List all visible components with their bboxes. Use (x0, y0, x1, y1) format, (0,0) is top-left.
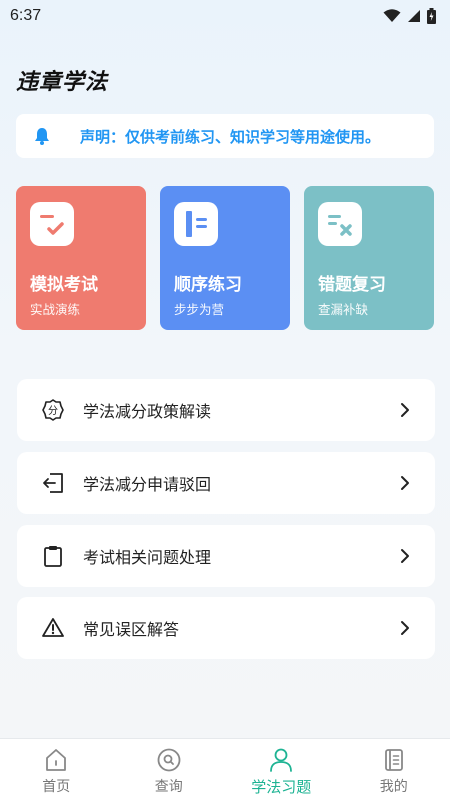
card-subtitle: 查漏补缺 (318, 302, 369, 317)
return-icon (43, 473, 63, 493)
menu-item-policy-interpretation[interactable]: 分 学法减分政策解读 (17, 379, 435, 441)
card-title: 错题复习 (318, 275, 386, 295)
bell-icon (35, 128, 49, 145)
home-icon (46, 749, 67, 771)
tab-label: 首页 (42, 779, 71, 795)
menu-item-exam-issues[interactable]: 考试相关问题处理 (17, 525, 435, 587)
notice-banner: 声明：仅供考前练习、知识学习等用途使用。 (16, 114, 434, 158)
card-title: 顺序练习 (174, 275, 242, 295)
exam-icon (30, 202, 74, 246)
clipboard-icon (44, 546, 62, 567)
tab-label: 学法习题 (251, 778, 312, 796)
card-title: 模拟考试 (30, 275, 98, 295)
wrong-answer-icon (318, 202, 362, 246)
chevron-right-icon (401, 403, 409, 417)
user-icon (270, 748, 293, 772)
svg-text:分: 分 (48, 405, 58, 417)
menu-item-common-misconceptions[interactable]: 常见误区解答 (17, 597, 435, 659)
notebook-icon (174, 202, 218, 246)
battery-icon (427, 8, 436, 24)
search-icon (157, 748, 181, 772)
points-badge-icon: 分 (42, 399, 64, 421)
card-wrong-answer-review[interactable]: 错题复习 查漏补缺 (304, 186, 434, 330)
tab-mine[interactable]: 我的 (338, 739, 450, 800)
menu-label: 学法减分政策解读 (83, 402, 212, 421)
tab-search[interactable]: 查询 (113, 739, 226, 800)
menu-label: 学法减分申请驳回 (83, 475, 212, 494)
menu-label: 常见误区解答 (83, 620, 180, 639)
profile-book-icon (384, 749, 403, 771)
warning-icon (42, 618, 64, 637)
signal-icon (408, 10, 420, 22)
card-mock-exam[interactable]: 模拟考试 实战演练 (16, 186, 146, 330)
bottom-tab-bar: 首页 查询 学法习题 我的 (0, 738, 450, 800)
status-bar: 6:37 (0, 0, 450, 32)
card-subtitle: 实战演练 (30, 302, 81, 317)
chevron-right-icon (401, 621, 409, 635)
status-icons (383, 8, 436, 24)
notice-text: 声明：仅供考前练习、知识学习等用途使用。 (80, 127, 381, 146)
card-sequential-practice[interactable]: 顺序练习 步步为营 (160, 186, 290, 330)
chevron-right-icon (401, 476, 409, 490)
wifi-icon (383, 9, 401, 22)
chevron-right-icon (401, 549, 409, 563)
tab-study-exercises[interactable]: 学法习题 (225, 739, 338, 800)
tab-label: 我的 (379, 779, 408, 795)
menu-item-application-rejected[interactable]: 学法减分申请驳回 (17, 452, 435, 514)
tab-label: 查询 (154, 779, 183, 795)
menu-label: 考试相关问题处理 (83, 548, 212, 567)
page-title: 违章学法 (16, 70, 109, 95)
status-time: 6:37 (10, 7, 42, 24)
card-subtitle: 步步为营 (174, 302, 225, 317)
tab-home[interactable]: 首页 (0, 739, 113, 800)
